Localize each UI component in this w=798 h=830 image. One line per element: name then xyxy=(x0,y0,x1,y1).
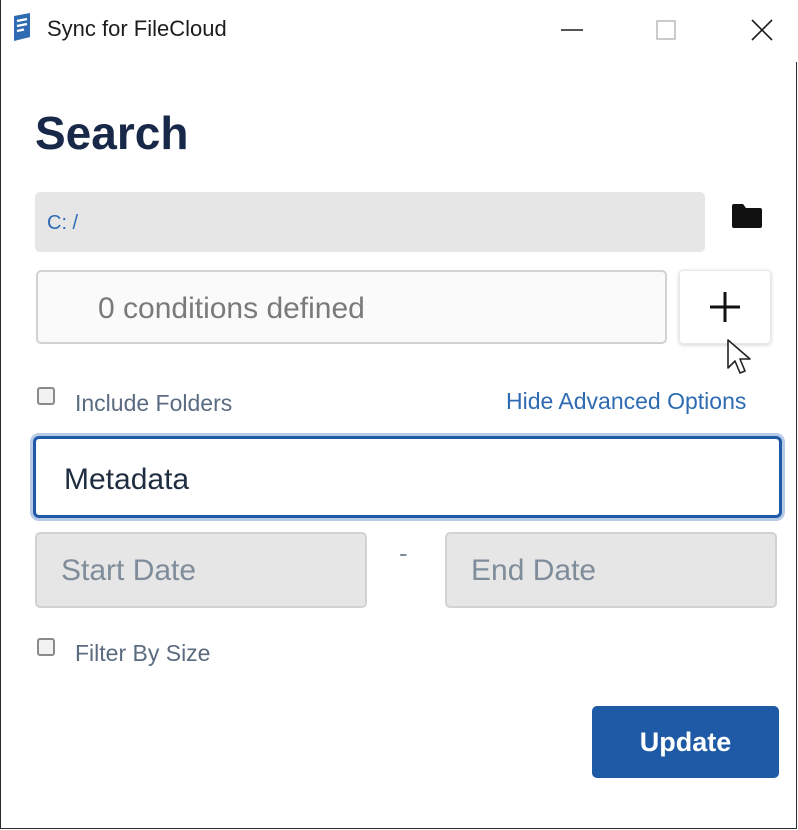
filecloud-logo-icon xyxy=(14,13,30,41)
app-window: Sync for FileCloud Search C: / 0 conditi… xyxy=(0,0,798,829)
title-bar[interactable]: Sync for FileCloud xyxy=(1,0,798,62)
maximize-icon xyxy=(656,20,676,40)
folder-icon xyxy=(732,204,762,228)
end-date-field[interactable]: End Date xyxy=(445,532,777,608)
start-date-placeholder: Start Date xyxy=(61,554,197,587)
include-folders-label[interactable]: Include Folders xyxy=(75,390,232,417)
add-condition-button[interactable] xyxy=(679,270,771,344)
mouse-pointer-icon xyxy=(727,339,751,374)
filter-by-size-checkbox[interactable] xyxy=(37,638,55,656)
date-range-separator: - xyxy=(399,538,408,568)
browse-folder-button[interactable] xyxy=(725,196,769,236)
start-date-field[interactable]: Start Date xyxy=(35,532,367,608)
conditions-field[interactable]: 0 conditions defined xyxy=(36,270,667,344)
path-value: C: / xyxy=(47,212,79,234)
maximize-button[interactable] xyxy=(643,10,689,50)
include-folders-checkbox[interactable] xyxy=(37,387,55,405)
end-date-placeholder: End Date xyxy=(471,554,597,587)
filter-by-size-label[interactable]: Filter By Size xyxy=(75,640,210,667)
close-button[interactable] xyxy=(739,10,785,50)
hide-advanced-options-link[interactable]: Hide Advanced Options xyxy=(506,388,746,415)
page-title: Search xyxy=(35,107,189,159)
path-field[interactable]: C: / xyxy=(35,192,705,252)
update-button[interactable]: Update xyxy=(592,706,779,778)
minimize-button[interactable] xyxy=(549,10,595,50)
plus-icon xyxy=(710,292,740,322)
metadata-field[interactable]: Metadata xyxy=(33,436,782,518)
minimize-icon xyxy=(561,29,583,31)
conditions-summary: 0 conditions defined xyxy=(98,292,365,325)
close-icon xyxy=(751,19,773,41)
window-title: Sync for FileCloud xyxy=(47,16,227,41)
metadata-value: Metadata xyxy=(64,463,190,496)
